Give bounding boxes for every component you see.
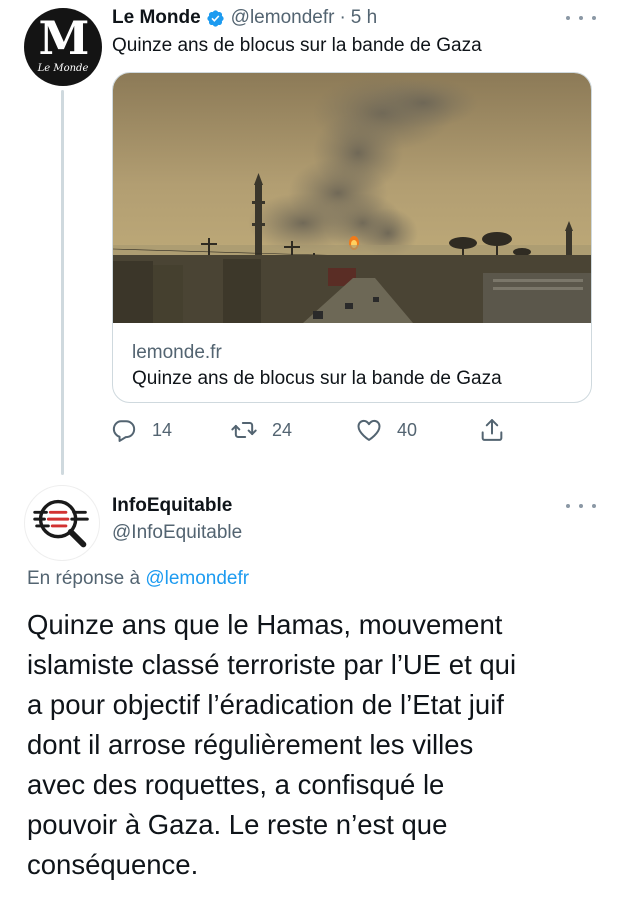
tweet2-body-line: avec des roquettes, a confisqué le (27, 769, 445, 800)
link-preview-card[interactable]: lemonde.fr Quinze ans de blocus sur la b… (112, 72, 592, 403)
retweet-count: 24 (272, 419, 293, 440)
tweet1-timestamp[interactable]: 5 h (351, 7, 377, 29)
tweet1-author-name[interactable]: Le Monde (112, 7, 201, 29)
avatar-logo-letter: M (38, 11, 90, 65)
tweet2-body-line: a pour objectif l’éradication de l’Etat … (27, 689, 504, 720)
retweet-icon (231, 422, 257, 438)
card-image (113, 73, 591, 323)
reply-count: 14 (152, 419, 173, 440)
avatar-logo-caption: Le Monde (37, 63, 89, 74)
tweet1-text: Quinze ans de blocus sur la bande de Gaz… (112, 35, 482, 56)
like-count: 40 (397, 419, 418, 440)
tweet2-body-line: islamiste classé terroriste par l’UE et … (27, 649, 517, 680)
reply-icon (112, 420, 136, 442)
tweet1-action-bar: 14 24 40 (110, 414, 530, 446)
thread-connector-line (61, 90, 64, 475)
reply-mention-link[interactable]: @lemondefr (145, 568, 249, 589)
card-domain: lemonde.fr (132, 342, 222, 363)
le-monde-avatar[interactable]: M Le Monde (24, 8, 102, 86)
tweet2-body-line: dont il arrose régulièrement les villes (27, 729, 474, 760)
tweet2-body-line: pouvoir à Gaza. Le reste n’est que (27, 809, 448, 840)
tweet1-header: Le Monde @lemondefr · 5 h (112, 6, 377, 30)
tweet2-body-line: Quinze ans que le Hamas, mouvement (27, 609, 503, 640)
reply-context: En réponse à @lemondefr (27, 566, 249, 592)
share-icon (481, 419, 503, 441)
tweet2-body: Quinze ans que le Hamas, mouvement islam… (27, 605, 613, 885)
tweet2-more-options-icon[interactable] (566, 499, 596, 513)
tweet2-author-name[interactable]: InfoEquitable (112, 494, 232, 518)
tweet2-body-line: conséquence. (27, 849, 199, 880)
like-button[interactable]: 40 (355, 414, 417, 446)
reply-prefix: En réponse à (27, 568, 141, 589)
reply-button[interactable]: 14 (110, 414, 172, 446)
card-title: Quinze ans de blocus sur la bande de Gaz… (132, 368, 502, 389)
share-button[interactable] (478, 414, 506, 446)
verified-badge-icon (207, 9, 224, 27)
tweet1-more-options-icon[interactable] (566, 11, 596, 25)
tweet2-author-handle[interactable]: @InfoEquitable (112, 521, 242, 545)
header-separator: · (339, 7, 346, 28)
infoequitable-avatar[interactable] (24, 485, 100, 561)
heart-icon (357, 419, 381, 441)
retweet-button[interactable]: 24 (230, 414, 292, 446)
magnifier-logo-icon (33, 499, 89, 548)
tweet1-author-handle[interactable]: @lemondefr (231, 7, 335, 29)
